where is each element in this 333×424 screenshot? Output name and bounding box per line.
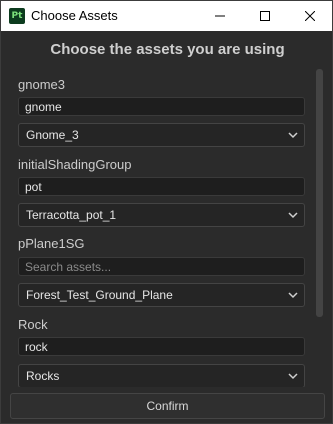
asset-select-value: Rocks	[26, 369, 60, 383]
minimize-button[interactable]	[197, 1, 242, 31]
asset-select[interactable]: Forest_Test_Ground_Plane	[18, 283, 305, 307]
asset-search-input[interactable]	[18, 257, 305, 276]
asset-search-input[interactable]	[18, 177, 305, 196]
vertical-scrollbar[interactable]	[315, 67, 324, 387]
assets-scroll-area: gnome3 Gnome_3 initialShadingGroup Terra…	[1, 69, 313, 387]
confirm-button[interactable]: Confirm	[10, 393, 325, 419]
maximize-icon	[259, 11, 270, 21]
asset-search-input[interactable]	[18, 337, 305, 356]
asset-select-value: Terracotta_pot_1	[26, 208, 117, 222]
title-bar: Pt Choose Assets	[1, 1, 332, 31]
asset-select[interactable]: Rocks	[18, 364, 305, 387]
choose-assets-window: Pt Choose Assets Choose the assets you a…	[0, 0, 333, 424]
group-label: Rock	[18, 317, 48, 332]
group-label: pPlane1SG	[18, 236, 85, 251]
app-logo-icon: Pt	[9, 8, 25, 24]
asset-select[interactable]: Gnome_3	[18, 123, 305, 147]
maximize-button[interactable]	[242, 1, 287, 31]
minimize-icon	[214, 15, 225, 17]
group-label: gnome3	[18, 77, 65, 92]
chevron-down-icon	[288, 132, 298, 139]
chevron-down-icon	[288, 212, 298, 219]
close-button[interactable]	[287, 1, 332, 31]
scrollbar-thumb[interactable]	[316, 69, 323, 317]
asset-select-value: Gnome_3	[26, 128, 79, 142]
asset-search-input[interactable]	[18, 97, 305, 116]
asset-select[interactable]: Terracotta_pot_1	[18, 203, 305, 227]
chevron-down-icon	[288, 292, 298, 299]
chevron-down-icon	[288, 373, 298, 380]
group-label: initialShadingGroup	[18, 157, 132, 172]
page-heading: Choose the assets you are using	[50, 41, 285, 58]
window-title: Choose Assets	[31, 8, 118, 23]
asset-select-value: Forest_Test_Ground_Plane	[26, 288, 173, 302]
close-icon	[304, 11, 315, 21]
